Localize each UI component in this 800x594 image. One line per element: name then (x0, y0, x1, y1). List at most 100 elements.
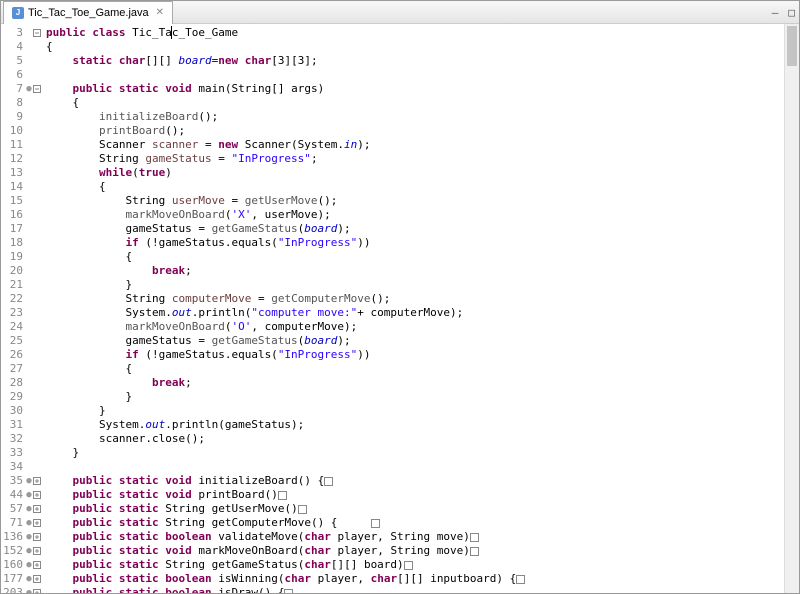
code-line[interactable]: 136● public static boolean validateMove(… (1, 530, 784, 544)
fold-toggle[interactable] (32, 502, 42, 516)
close-tab-icon[interactable]: ✕ (156, 7, 164, 18)
code-line[interactable]: 8 { (1, 96, 784, 110)
code-line[interactable]: 24 markMoveOnBoard('O', computerMove); (1, 320, 784, 334)
line-number: 44 (1, 488, 26, 502)
file-tab[interactable]: J Tic_Tac_Toe_Game.java ✕ (3, 1, 173, 24)
fold-toggle[interactable] (32, 558, 42, 572)
code-line[interactable]: 14 { (1, 180, 784, 194)
fold-toggle (32, 432, 42, 446)
code-line[interactable]: 9 initializeBoard(); (1, 110, 784, 124)
fold-toggle (32, 180, 42, 194)
code-line[interactable]: 28 break; (1, 376, 784, 390)
code-text: { (42, 96, 79, 110)
code-canvas[interactable]: 3public class Tic_Tac_Toe_Game4{5 static… (1, 24, 784, 593)
vertical-scrollbar[interactable] (784, 24, 799, 593)
code-text (42, 68, 46, 82)
code-line[interactable]: 21 } (1, 278, 784, 292)
code-line[interactable]: 35● public static void initializeBoard()… (1, 474, 784, 488)
line-number: 32 (1, 432, 26, 446)
fold-toggle[interactable] (32, 586, 42, 593)
code-text: public static String getComputerMove() { (42, 516, 380, 530)
code-line[interactable]: 25 gameStatus = getGameStatus(board); (1, 334, 784, 348)
code-line[interactable]: 31 System.out.println(gameStatus); (1, 418, 784, 432)
code-line[interactable]: 6 (1, 68, 784, 82)
fold-toggle (32, 208, 42, 222)
code-text: markMoveOnBoard('X', userMove); (42, 208, 331, 222)
code-line[interactable]: 16 markMoveOnBoard('X', userMove); (1, 208, 784, 222)
fold-toggle (32, 138, 42, 152)
fold-toggle (32, 264, 42, 278)
code-text: initializeBoard(); (42, 110, 218, 124)
line-number: 7 (1, 82, 26, 96)
code-line[interactable]: 5 static char[][] board=new char[3][3]; (1, 54, 784, 68)
code-line[interactable]: 152● public static void markMoveOnBoard(… (1, 544, 784, 558)
code-line[interactable]: 30 } (1, 404, 784, 418)
code-line[interactable]: 15 String userMove = getUserMove(); (1, 194, 784, 208)
code-line[interactable]: 3public class Tic_Tac_Toe_Game (1, 26, 784, 40)
code-text: markMoveOnBoard('O', computerMove); (42, 320, 357, 334)
fold-toggle[interactable] (32, 26, 42, 40)
code-text (42, 460, 46, 474)
scrollbar-thumb[interactable] (787, 26, 797, 66)
code-line[interactable]: 203● public static boolean isDraw() { (1, 586, 784, 593)
fold-toggle (32, 40, 42, 54)
code-line[interactable]: 29 } (1, 390, 784, 404)
code-line[interactable]: 22 String computerMove = getComputerMove… (1, 292, 784, 306)
code-line[interactable]: 13 while(true) (1, 166, 784, 180)
code-text: } (42, 446, 79, 460)
line-number: 14 (1, 180, 26, 194)
fold-toggle[interactable] (32, 516, 42, 530)
fold-toggle[interactable] (32, 544, 42, 558)
code-text: printBoard(); (42, 124, 185, 138)
code-line[interactable]: 71● public static String getComputerMove… (1, 516, 784, 530)
code-line[interactable]: 177● public static boolean isWinning(cha… (1, 572, 784, 586)
fold-toggle[interactable] (32, 82, 42, 96)
code-text: public static String getUserMove() (42, 502, 307, 516)
minimize-button[interactable]: — (772, 6, 779, 19)
code-text: public class Tic_Tac_Toe_Game (42, 26, 238, 40)
code-text: { (42, 180, 106, 194)
code-line[interactable]: 20 break; (1, 264, 784, 278)
line-number: 152 (1, 544, 26, 558)
fold-toggle[interactable] (32, 488, 42, 502)
code-line[interactable]: 23 System.out.println("computer move:"+ … (1, 306, 784, 320)
code-line[interactable]: 27 { (1, 362, 784, 376)
fold-toggle (32, 362, 42, 376)
tab-filename: Tic_Tac_Toe_Game.java (28, 7, 149, 19)
line-number: 26 (1, 348, 26, 362)
code-line[interactable]: 12 String gameStatus = "InProgress"; (1, 152, 784, 166)
code-line[interactable]: 7● public static void main(String[] args… (1, 82, 784, 96)
code-text: { (42, 40, 53, 54)
code-line[interactable]: 11 Scanner scanner = new Scanner(System.… (1, 138, 784, 152)
maximize-button[interactable]: □ (788, 6, 795, 19)
code-line[interactable]: 4{ (1, 40, 784, 54)
fold-toggle (32, 96, 42, 110)
line-number: 27 (1, 362, 26, 376)
code-line[interactable]: 34 (1, 460, 784, 474)
code-line[interactable]: 26 if (!gameStatus.equals("InProgress")) (1, 348, 784, 362)
code-line[interactable]: 32 scanner.close(); (1, 432, 784, 446)
code-line[interactable]: 17 gameStatus = getGameStatus(board); (1, 222, 784, 236)
fold-toggle[interactable] (32, 474, 42, 488)
fold-toggle[interactable] (32, 572, 42, 586)
code-line[interactable]: 19 { (1, 250, 784, 264)
fold-toggle (32, 460, 42, 474)
line-number: 20 (1, 264, 26, 278)
code-line[interactable]: 33 } (1, 446, 784, 460)
code-text: if (!gameStatus.equals("InProgress")) (42, 236, 371, 250)
line-number: 33 (1, 446, 26, 460)
fold-toggle (32, 334, 42, 348)
code-line[interactable]: 10 printBoard(); (1, 124, 784, 138)
line-number: 11 (1, 138, 26, 152)
line-number: 28 (1, 376, 26, 390)
code-text: static char[][] board=new char[3][3]; (42, 54, 318, 68)
code-text: Scanner scanner = new Scanner(System.in)… (42, 138, 371, 152)
code-line[interactable]: 18 if (!gameStatus.equals("InProgress")) (1, 236, 784, 250)
code-line[interactable]: 44● public static void printBoard() (1, 488, 784, 502)
code-text: public static void markMoveOnBoard(char … (42, 544, 479, 558)
fold-toggle (32, 68, 42, 82)
code-line[interactable]: 160● public static String getGameStatus(… (1, 558, 784, 572)
code-line[interactable]: 57● public static String getUserMove() (1, 502, 784, 516)
line-number: 203 (1, 586, 26, 593)
fold-toggle[interactable] (32, 530, 42, 544)
